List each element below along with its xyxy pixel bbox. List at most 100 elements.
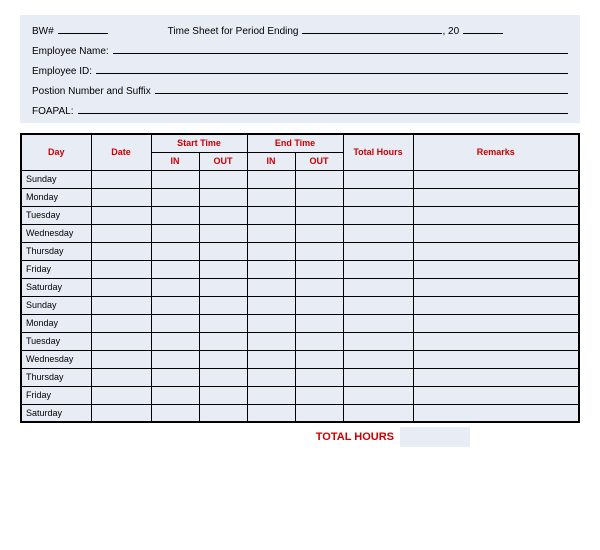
total-hours-box[interactable]	[400, 427, 470, 447]
empty-cell[interactable]	[413, 296, 579, 314]
empty-cell[interactable]	[151, 368, 199, 386]
empty-cell[interactable]	[199, 404, 247, 422]
empty-cell[interactable]	[91, 242, 151, 260]
empty-cell[interactable]	[247, 332, 295, 350]
empty-cell[interactable]	[151, 386, 199, 404]
empty-cell[interactable]	[343, 314, 413, 332]
empty-cell[interactable]	[91, 368, 151, 386]
empty-cell[interactable]	[199, 278, 247, 296]
empty-cell[interactable]	[199, 386, 247, 404]
empty-cell[interactable]	[247, 296, 295, 314]
empty-cell[interactable]	[413, 314, 579, 332]
empty-cell[interactable]	[343, 242, 413, 260]
empty-cell[interactable]	[151, 170, 199, 188]
empty-cell[interactable]	[91, 404, 151, 422]
empty-cell[interactable]	[295, 368, 343, 386]
empty-cell[interactable]	[247, 350, 295, 368]
empty-cell[interactable]	[295, 260, 343, 278]
empty-cell[interactable]	[151, 224, 199, 242]
empty-cell[interactable]	[343, 368, 413, 386]
empty-cell[interactable]	[91, 314, 151, 332]
empty-cell[interactable]	[91, 332, 151, 350]
empty-cell[interactable]	[91, 386, 151, 404]
empty-cell[interactable]	[247, 260, 295, 278]
empty-cell[interactable]	[151, 350, 199, 368]
empty-cell[interactable]	[199, 350, 247, 368]
empty-cell[interactable]	[199, 368, 247, 386]
empty-cell[interactable]	[413, 260, 579, 278]
empty-cell[interactable]	[343, 260, 413, 278]
empty-cell[interactable]	[247, 404, 295, 422]
empty-cell[interactable]	[199, 332, 247, 350]
empty-cell[interactable]	[247, 314, 295, 332]
empty-cell[interactable]	[151, 332, 199, 350]
empty-cell[interactable]	[247, 170, 295, 188]
empty-cell[interactable]	[151, 188, 199, 206]
empty-cell[interactable]	[295, 278, 343, 296]
empty-cell[interactable]	[413, 278, 579, 296]
empty-cell[interactable]	[151, 404, 199, 422]
empty-cell[interactable]	[343, 188, 413, 206]
empty-cell[interactable]	[413, 206, 579, 224]
empty-cell[interactable]	[295, 314, 343, 332]
empty-cell[interactable]	[413, 350, 579, 368]
empty-cell[interactable]	[343, 332, 413, 350]
empty-cell[interactable]	[295, 206, 343, 224]
empty-cell[interactable]	[343, 386, 413, 404]
empty-cell[interactable]	[295, 332, 343, 350]
emp-name-line[interactable]	[113, 43, 568, 54]
empty-cell[interactable]	[295, 350, 343, 368]
empty-cell[interactable]	[343, 206, 413, 224]
empty-cell[interactable]	[199, 314, 247, 332]
empty-cell[interactable]	[91, 170, 151, 188]
empty-cell[interactable]	[199, 242, 247, 260]
foapal-line[interactable]	[78, 103, 569, 114]
empty-cell[interactable]	[343, 278, 413, 296]
empty-cell[interactable]	[295, 296, 343, 314]
empty-cell[interactable]	[343, 224, 413, 242]
empty-cell[interactable]	[247, 224, 295, 242]
empty-cell[interactable]	[151, 314, 199, 332]
empty-cell[interactable]	[247, 386, 295, 404]
empty-cell[interactable]	[413, 224, 579, 242]
empty-cell[interactable]	[199, 170, 247, 188]
year-line[interactable]	[463, 23, 503, 34]
empty-cell[interactable]	[295, 224, 343, 242]
empty-cell[interactable]	[91, 260, 151, 278]
empty-cell[interactable]	[343, 296, 413, 314]
empty-cell[interactable]	[413, 242, 579, 260]
empty-cell[interactable]	[91, 350, 151, 368]
empty-cell[interactable]	[91, 296, 151, 314]
empty-cell[interactable]	[295, 386, 343, 404]
empty-cell[interactable]	[247, 368, 295, 386]
empty-cell[interactable]	[413, 170, 579, 188]
empty-cell[interactable]	[295, 188, 343, 206]
empty-cell[interactable]	[199, 188, 247, 206]
empty-cell[interactable]	[413, 368, 579, 386]
empty-cell[interactable]	[199, 206, 247, 224]
empty-cell[interactable]	[247, 278, 295, 296]
empty-cell[interactable]	[413, 386, 579, 404]
empty-cell[interactable]	[199, 260, 247, 278]
empty-cell[interactable]	[343, 350, 413, 368]
empty-cell[interactable]	[295, 242, 343, 260]
bw-input-line[interactable]	[58, 23, 108, 34]
empty-cell[interactable]	[91, 206, 151, 224]
empty-cell[interactable]	[151, 278, 199, 296]
empty-cell[interactable]	[151, 260, 199, 278]
empty-cell[interactable]	[247, 188, 295, 206]
empty-cell[interactable]	[91, 188, 151, 206]
empty-cell[interactable]	[199, 224, 247, 242]
empty-cell[interactable]	[91, 278, 151, 296]
empty-cell[interactable]	[247, 242, 295, 260]
empty-cell[interactable]	[151, 206, 199, 224]
empty-cell[interactable]	[295, 404, 343, 422]
empty-cell[interactable]	[199, 296, 247, 314]
empty-cell[interactable]	[413, 404, 579, 422]
period-ending-line[interactable]	[302, 23, 442, 34]
empty-cell[interactable]	[295, 170, 343, 188]
empty-cell[interactable]	[151, 296, 199, 314]
empty-cell[interactable]	[343, 404, 413, 422]
empty-cell[interactable]	[343, 170, 413, 188]
empty-cell[interactable]	[413, 188, 579, 206]
